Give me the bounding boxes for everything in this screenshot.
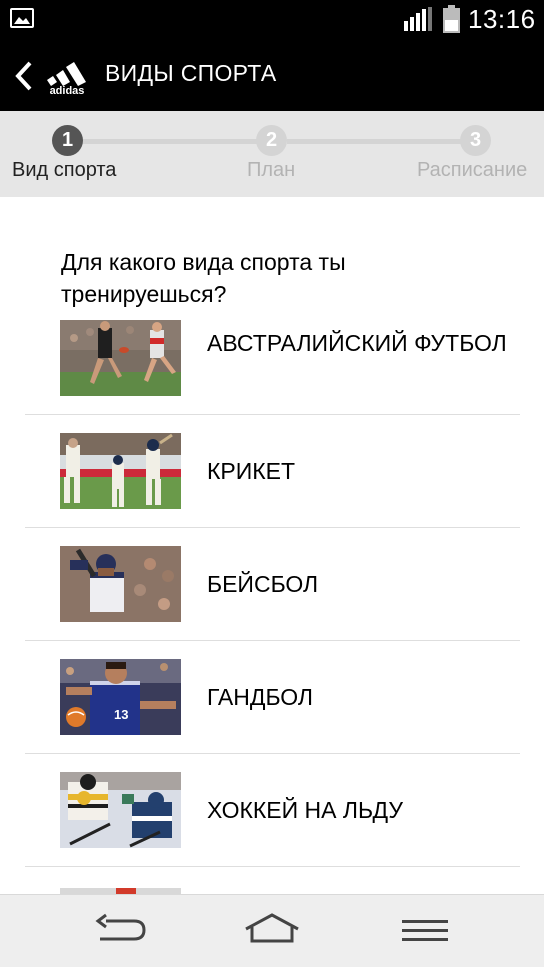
sport-label: КРИКЕТ [207,458,296,484]
australian-football-photo [60,320,181,396]
adidas-logo: adidas [47,62,86,96]
step-3-label: Расписание [417,159,528,181]
status-bar: 13:16 [0,0,544,38]
action-bar: adidas ВИДЫ СПОРТА [0,38,544,111]
progress-stepper: 1 2 3 Вид спорта План Расписание [0,111,544,197]
divider [25,527,520,528]
list-item[interactable]: КРИКЕТ [0,431,544,544]
divider [25,866,520,867]
gallery-icon [10,8,34,28]
svg-text:13: 13 [114,707,128,722]
ice-hockey-photo [60,772,181,848]
list-item[interactable]: 13 ГАНДБОЛ [0,657,544,770]
list-item[interactable]: ХОККЕЙ НА ЛЬДУ [0,770,544,883]
question-heading: Для какого вида спорта ты тренируешься? [61,249,346,307]
step-1-circle: 1 [52,125,83,156]
step-3-circle: 3 [460,125,491,156]
step-connector [83,139,257,144]
system-nav-bar [0,894,544,967]
page-title: ВИДЫ СПОРТА [105,60,277,86]
step-2-label: План [247,159,296,181]
list-item[interactable]: АВСТРАЛИЙСКИЙ ФУТБОЛ [0,318,544,431]
handball-photo: 13 [60,659,181,735]
divider [25,414,520,415]
sport-label: АВСТРАЛИЙСКИЙ ФУТБОЛ [207,330,507,356]
divider [25,753,520,754]
sport-label: БЕЙСБОЛ [207,571,319,597]
back-icon[interactable] [92,911,148,951]
cricket-photo [60,433,181,509]
step-connector [287,139,461,144]
step-1-label: Вид спорта [12,159,117,181]
clock: 13:16 [468,4,536,34]
home-icon[interactable] [242,911,302,951]
list-item[interactable]: БЕЙСБОЛ [0,544,544,657]
divider [25,640,520,641]
menu-icon[interactable] [400,911,450,951]
baseball-photo [60,546,181,622]
battery-icon [443,5,460,33]
step-2-circle: 2 [256,125,287,156]
sport-label: ХОККЕЙ НА ЛЬДУ [207,797,403,823]
chevron-left-icon[interactable] [12,60,36,92]
signal-icon [404,7,432,31]
svg-text:adidas: adidas [50,85,85,96]
sport-label: ГАНДБОЛ [207,684,314,710]
